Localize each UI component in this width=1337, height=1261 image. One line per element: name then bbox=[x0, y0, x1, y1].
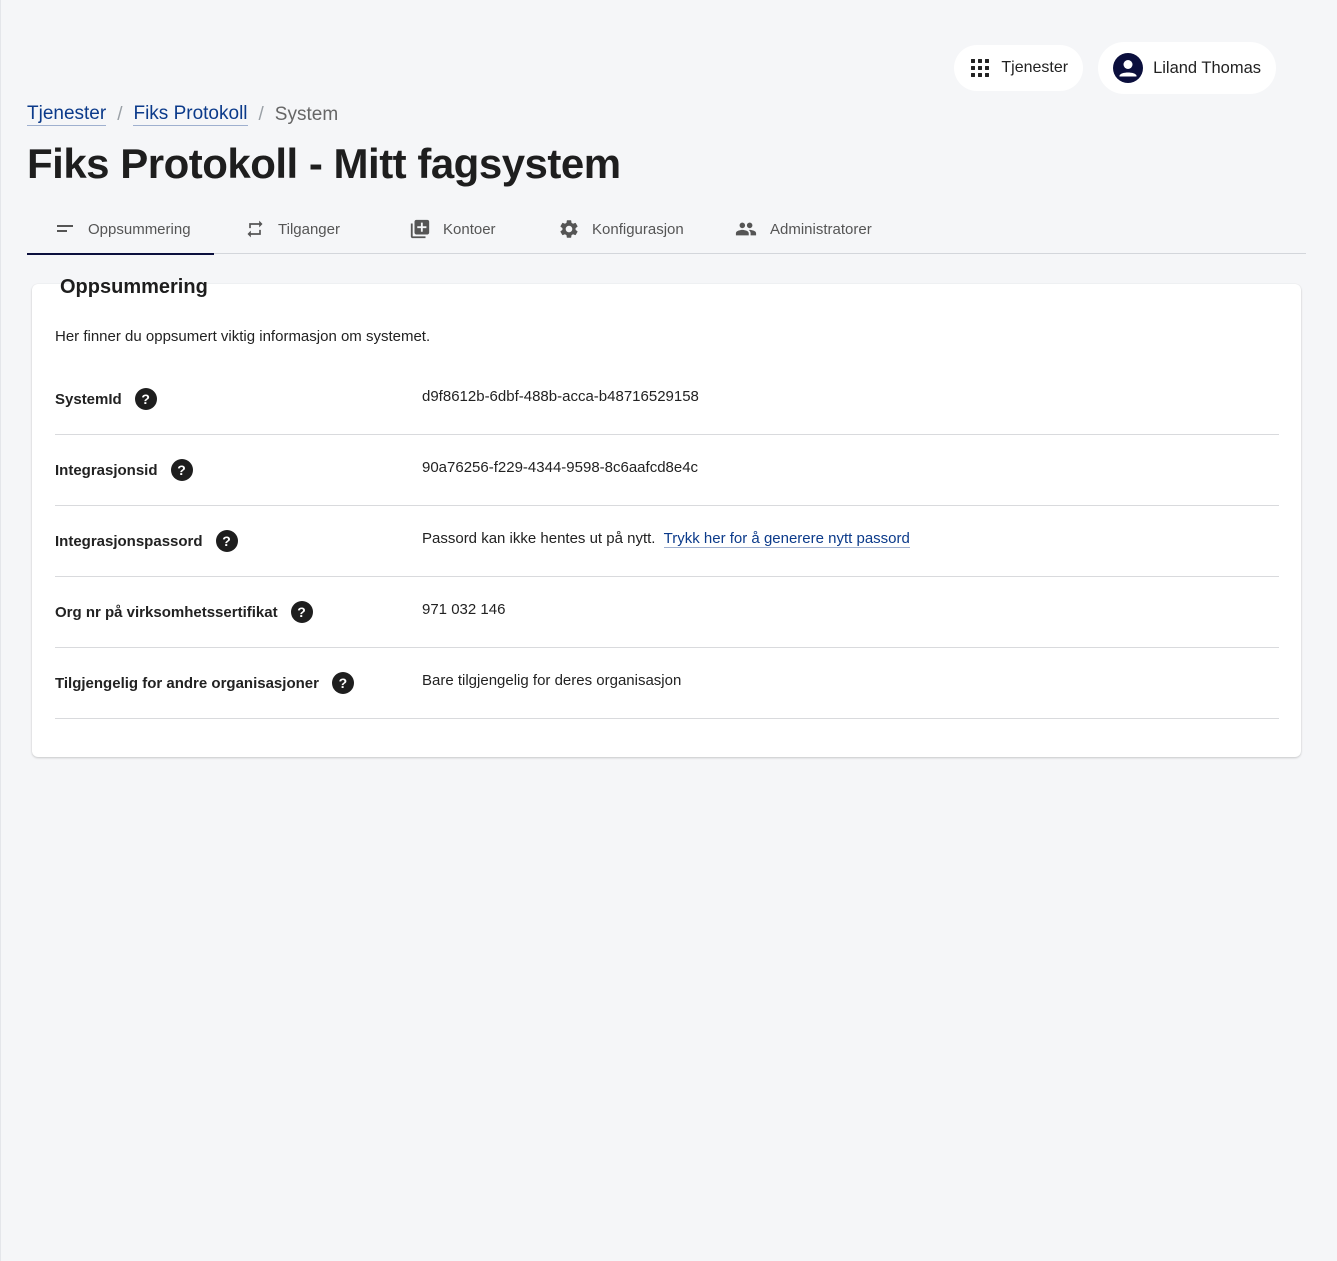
tab-label: Administratorer bbox=[770, 220, 872, 238]
summary-row-integrasjonspassord: Integrasjonspassord ? Passord kan ikke h… bbox=[55, 506, 1279, 577]
breadcrumb-separator: / bbox=[258, 103, 264, 125]
row-label: Integrasjonspassord bbox=[55, 532, 203, 550]
gear-icon bbox=[558, 218, 580, 240]
summary-card: Oppsummering Her finner du oppsumert vik… bbox=[32, 276, 1301, 757]
user-menu-button[interactable]: Liland Thomas bbox=[1098, 42, 1276, 94]
row-label: Tilgjengelig for andre organisasjoner bbox=[55, 674, 319, 692]
row-label: Org nr på virksomhetssertifikat bbox=[55, 603, 278, 621]
summary-title: Oppsummering bbox=[60, 276, 208, 298]
breadcrumb-separator: / bbox=[117, 103, 123, 125]
breadcrumb-link-fiks-protokoll[interactable]: Fiks Protokoll bbox=[133, 103, 248, 126]
apps-grid-icon bbox=[971, 59, 990, 77]
help-icon[interactable]: ? bbox=[215, 530, 238, 552]
summary-row-systemid: SystemId ? d9f8612b-6dbf-488b-acca-b4871… bbox=[55, 364, 1279, 435]
people-icon bbox=[734, 218, 758, 240]
tab-konfigurasjon[interactable]: Konfigurasjon bbox=[558, 204, 684, 254]
summary-list: SystemId ? d9f8612b-6dbf-488b-acca-b4871… bbox=[55, 364, 1279, 719]
help-icon[interactable]: ? bbox=[290, 601, 313, 623]
tab-administratorer[interactable]: Administratorer bbox=[734, 204, 872, 254]
row-label: SystemId bbox=[55, 390, 122, 408]
help-icon[interactable]: ? bbox=[134, 388, 157, 410]
row-value: Bare tilgjengelig for deres organisasjon bbox=[422, 672, 682, 689]
row-value: 90a76256-f229-4344-9598-8c6aafcd8e4c bbox=[422, 459, 699, 476]
tab-tilganger[interactable]: Tilganger bbox=[244, 204, 340, 254]
help-icon[interactable]: ? bbox=[170, 459, 193, 481]
summary-row-orgnr: Org nr på virksomhetssertifikat ? 971 03… bbox=[55, 577, 1279, 648]
breadcrumb-link-tjenester[interactable]: Tjenester bbox=[27, 103, 107, 126]
tab-oppsummering[interactable]: Oppsummering bbox=[27, 204, 214, 255]
generate-password-link[interactable]: Trykk her for å generere nytt passord bbox=[663, 530, 910, 548]
row-value: Passord kan ikke hentes ut på nytt. bbox=[422, 530, 656, 547]
tab-bar: Oppsummering Tilganger Kontoer Konfigura… bbox=[27, 204, 1306, 255]
services-menu-button[interactable]: Tjenester bbox=[954, 45, 1084, 91]
repeat-icon bbox=[244, 218, 266, 240]
services-menu-label: Tjenester bbox=[1001, 59, 1069, 76]
row-label: Integrasjonsid bbox=[55, 461, 158, 479]
tab-label: Kontoer bbox=[443, 220, 496, 238]
tab-label: Konfigurasjon bbox=[592, 220, 684, 238]
library-add-icon bbox=[409, 218, 431, 240]
page-title: Fiks Protokoll - Mitt fagsystem bbox=[27, 140, 621, 187]
tab-kontoer[interactable]: Kontoer bbox=[409, 204, 496, 254]
user-avatar-icon bbox=[1113, 53, 1144, 83]
breadcrumb: Tjenester / Fiks Protokoll / System bbox=[27, 103, 338, 126]
top-bar: Tjenester Liland Thomas bbox=[954, 42, 1276, 94]
row-value: 971 032 146 bbox=[422, 601, 506, 618]
summary-row-tilgjengelig: Tilgjengelig for andre organisasjoner ? … bbox=[55, 648, 1279, 719]
user-name: Liland Thomas bbox=[1153, 58, 1261, 77]
summary-row-integrasjonsid: Integrasjonsid ? 90a76256-f229-4344-9598… bbox=[55, 435, 1279, 506]
row-value: d9f8612b-6dbf-488b-acca-b48716529158 bbox=[422, 388, 699, 405]
summary-description: Her finner du oppsumert viktig informasj… bbox=[55, 328, 431, 345]
help-icon[interactable]: ? bbox=[331, 672, 354, 694]
left-edge-divider bbox=[0, 0, 1, 1261]
summary-icon bbox=[54, 218, 76, 240]
breadcrumb-current: System bbox=[274, 103, 339, 125]
tab-label: Oppsummering bbox=[88, 220, 191, 238]
tab-label: Tilganger bbox=[278, 220, 340, 238]
